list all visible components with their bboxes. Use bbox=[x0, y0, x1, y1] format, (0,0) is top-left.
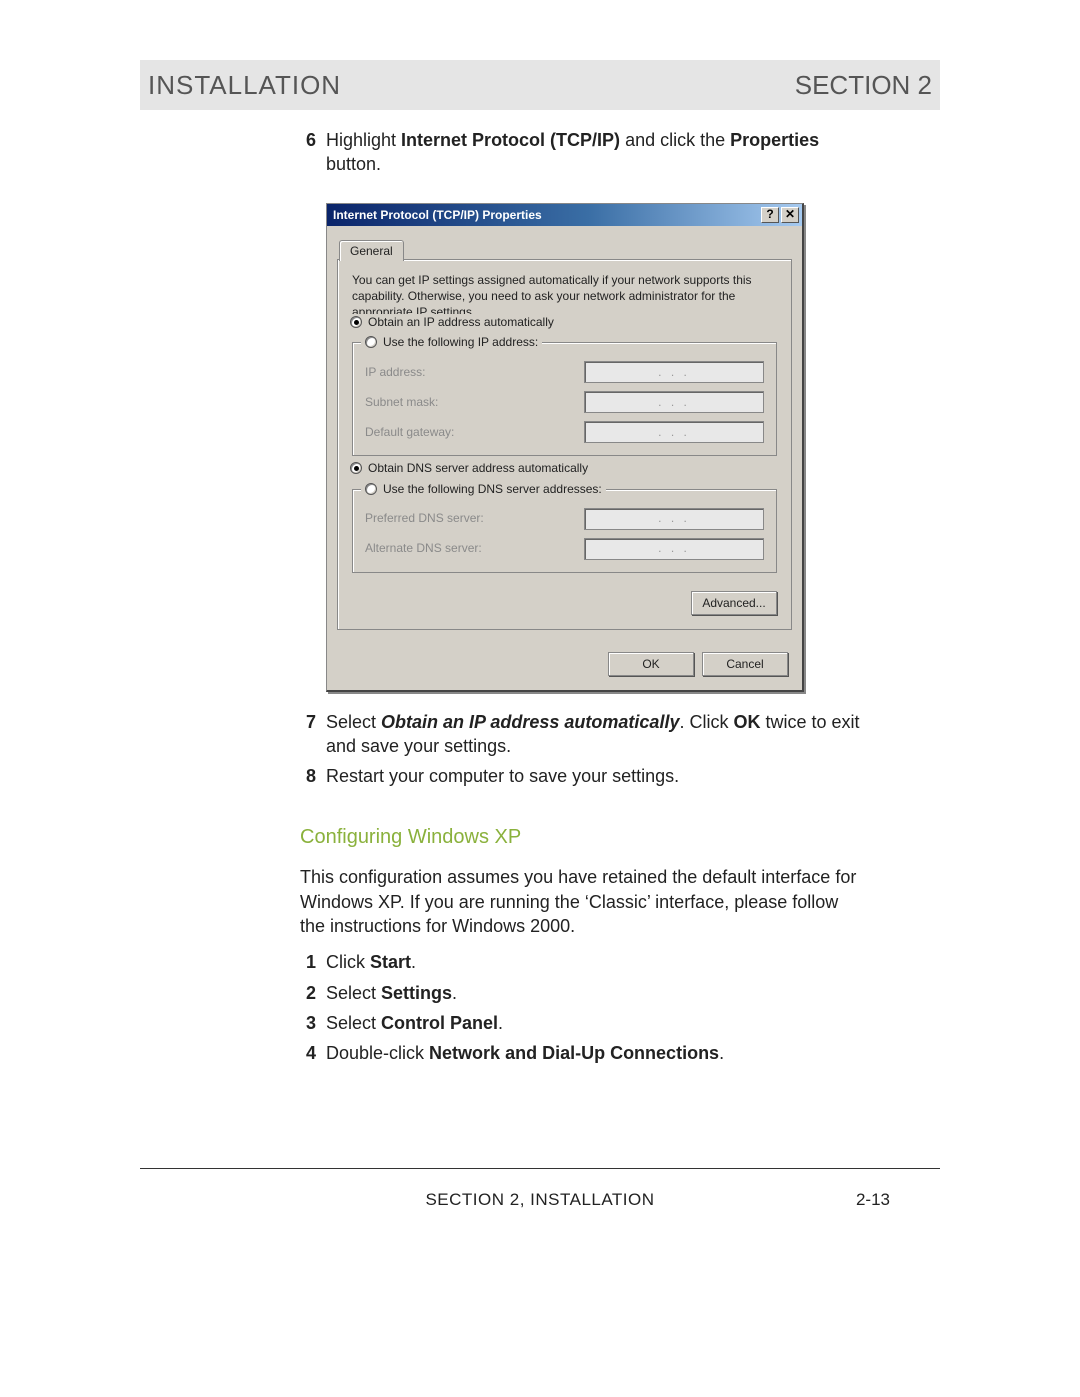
dialog-intro-text: You can get IP settings assigned automat… bbox=[352, 272, 777, 321]
page-header: INSTALLATION SECTION 2 bbox=[140, 60, 940, 110]
close-button[interactable]: ✕ bbox=[781, 207, 799, 223]
step-list: 7Select Obtain an IP address automatical… bbox=[300, 710, 860, 789]
header-title-left: INSTALLATION bbox=[148, 70, 341, 101]
footer-page-number: 2-13 bbox=[856, 1190, 890, 1210]
input-ip-address[interactable]: . . . bbox=[584, 361, 764, 383]
step-number: 7 bbox=[300, 710, 326, 759]
step-list: 6Highlight Internet Protocol (TCP/IP) an… bbox=[300, 128, 860, 177]
radio-icon bbox=[365, 336, 377, 348]
step-item: 4Double-click Network and Dial-Up Connec… bbox=[300, 1041, 860, 1065]
step-number: 4 bbox=[300, 1041, 326, 1065]
step-text: Highlight Internet Protocol (TCP/IP) and… bbox=[326, 128, 860, 177]
radio-dns-auto[interactable]: Obtain DNS server address automatically bbox=[346, 460, 592, 476]
step-text: Select Control Panel. bbox=[326, 1011, 860, 1035]
step-item: 3Select Control Panel. bbox=[300, 1011, 860, 1035]
step-list: 1Click Start.2Select Settings.3Select Co… bbox=[300, 950, 860, 1065]
step-text: Double-click Network and Dial-Up Connect… bbox=[326, 1041, 860, 1065]
label-default-gateway: Default gateway: bbox=[365, 424, 454, 440]
step-text: Select Obtain an IP address automaticall… bbox=[326, 710, 860, 759]
step-text: Restart your computer to save your setti… bbox=[326, 764, 860, 788]
dialog-titlebar: Internet Protocol (TCP/IP) Properties ? … bbox=[327, 204, 802, 226]
input-alternate-dns[interactable]: . . . bbox=[584, 538, 764, 560]
step-item: 7Select Obtain an IP address automatical… bbox=[300, 710, 860, 759]
step-item: 6Highlight Internet Protocol (TCP/IP) an… bbox=[300, 128, 860, 177]
label-subnet-mask: Subnet mask: bbox=[365, 394, 438, 410]
dns-server-group: Use the following DNS server addresses: … bbox=[352, 489, 777, 573]
ok-button[interactable]: OK bbox=[608, 652, 694, 676]
radio-label: Obtain DNS server address automatically bbox=[368, 460, 588, 476]
label-alternate-dns: Alternate DNS server: bbox=[365, 540, 482, 556]
step-text: Click Start. bbox=[326, 950, 860, 974]
radio-label: Obtain an IP address automatically bbox=[368, 314, 554, 330]
step-number: 8 bbox=[300, 764, 326, 788]
step-item: 1Click Start. bbox=[300, 950, 860, 974]
step-number: 1 bbox=[300, 950, 326, 974]
dialog-title: Internet Protocol (TCP/IP) Properties bbox=[333, 207, 542, 223]
radio-dns-manual[interactable]: Use the following DNS server addresses: bbox=[361, 481, 606, 497]
header-title-right: SECTION 2 bbox=[795, 70, 932, 101]
advanced-button[interactable]: Advanced... bbox=[691, 591, 777, 615]
help-button[interactable]: ? bbox=[761, 207, 779, 223]
input-subnet-mask[interactable]: . . . bbox=[584, 391, 764, 413]
step-number: 2 bbox=[300, 981, 326, 1005]
tcpip-properties-dialog: Internet Protocol (TCP/IP) Properties ? … bbox=[326, 203, 860, 692]
step-item: 2Select Settings. bbox=[300, 981, 860, 1005]
step-text: Select Settings. bbox=[326, 981, 860, 1005]
label-preferred-dns: Preferred DNS server: bbox=[365, 510, 484, 526]
input-preferred-dns[interactable]: . . . bbox=[584, 508, 764, 530]
step-item: 8Restart your computer to save your sett… bbox=[300, 764, 860, 788]
footer-divider bbox=[140, 1168, 940, 1169]
input-default-gateway[interactable]: . . . bbox=[584, 421, 764, 443]
ip-address-group: Use the following IP address: IP address… bbox=[352, 342, 777, 456]
step-number: 6 bbox=[300, 128, 326, 177]
label-ip-address: IP address: bbox=[365, 364, 425, 380]
radio-label: Use the following DNS server addresses: bbox=[383, 481, 602, 497]
xp-intro-paragraph: This configuration assumes you have reta… bbox=[300, 865, 860, 938]
tab-general[interactable]: General bbox=[339, 240, 404, 261]
radio-label: Use the following IP address: bbox=[383, 334, 538, 350]
footer-center: SECTION 2, INSTALLATION bbox=[0, 1190, 1080, 1210]
radio-ip-manual[interactable]: Use the following IP address: bbox=[361, 334, 542, 350]
radio-icon bbox=[350, 462, 362, 474]
cancel-button[interactable]: Cancel bbox=[702, 652, 788, 676]
radio-ip-auto[interactable]: Obtain an IP address automatically bbox=[346, 314, 558, 330]
subheading-configuring-xp: Configuring Windows XP bbox=[300, 824, 860, 851]
radio-icon bbox=[350, 316, 362, 328]
radio-icon bbox=[365, 483, 377, 495]
step-number: 3 bbox=[300, 1011, 326, 1035]
